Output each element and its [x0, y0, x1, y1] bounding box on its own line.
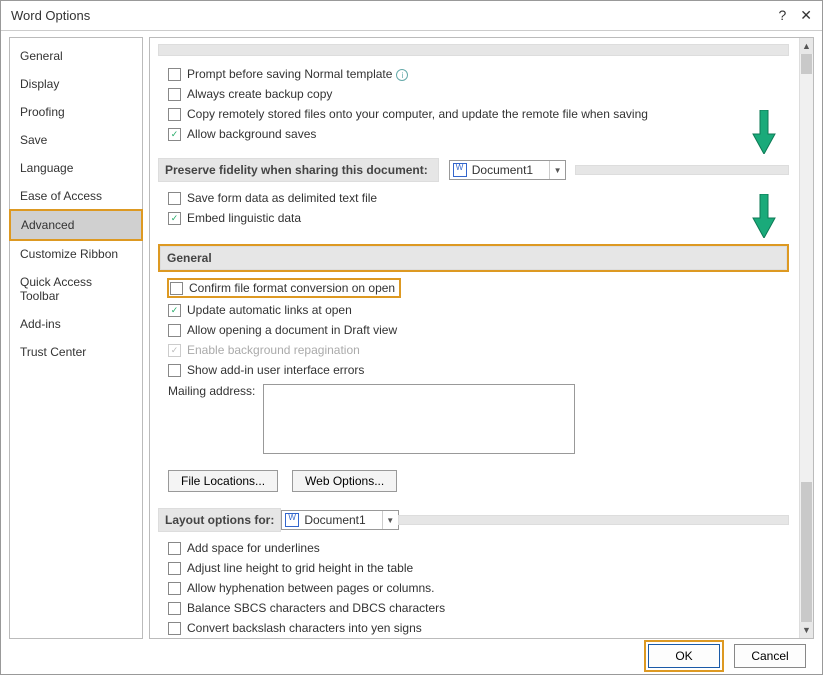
- label-addin-errors: Show add-in user interface errors: [187, 363, 364, 377]
- scroll-down-arrow[interactable]: ▼: [800, 622, 813, 638]
- label-hyphenation: Allow hyphenation between pages or colum…: [187, 581, 435, 595]
- close-icon[interactable]: ✕: [800, 7, 812, 24]
- label-sbcs-dbcs: Balance SBCS characters and DBCS charact…: [187, 601, 445, 615]
- checkbox-bg-repagination: [168, 344, 181, 357]
- word-doc-icon: [453, 163, 467, 177]
- sidebar-item-addins[interactable]: Add-ins: [10, 310, 142, 338]
- checkbox-hyphenation[interactable]: [168, 582, 181, 595]
- chevron-down-icon: ▼: [382, 511, 398, 529]
- label-mailing-address: Mailing address:: [168, 384, 255, 398]
- label-prompt-normal: Prompt before saving Normal templatei: [187, 67, 408, 81]
- sidebar-item-advanced[interactable]: Advanced: [10, 210, 142, 240]
- checkbox-yen[interactable]: [168, 622, 181, 635]
- sidebar-item-save[interactable]: Save: [10, 126, 142, 154]
- checkbox-bg-saves[interactable]: [168, 128, 181, 141]
- sidebar-item-display[interactable]: Display: [10, 70, 142, 98]
- label-update-links: Update automatic links at open: [187, 303, 352, 317]
- vertical-scrollbar[interactable]: ▲ ▼: [799, 38, 813, 638]
- section-header-fidelity: Preserve fidelity when sharing this docu…: [158, 158, 439, 182]
- sidebar-item-quick-access[interactable]: Quick Access Toolbar: [10, 268, 142, 310]
- sidebar-item-trust-center[interactable]: Trust Center: [10, 338, 142, 366]
- checkbox-underline-space[interactable]: [168, 542, 181, 555]
- word-doc-icon: [285, 513, 299, 527]
- section-header-general: General: [160, 246, 787, 270]
- partial-section-header: [158, 44, 789, 56]
- dialog-footer: OK Cancel: [1, 638, 822, 674]
- chevron-down-icon: ▼: [549, 161, 565, 179]
- checkbox-update-links[interactable]: [168, 304, 181, 317]
- label-line-height: Adjust line height to grid height in the…: [187, 561, 413, 575]
- label-backup: Always create backup copy: [187, 87, 332, 101]
- options-main-pane: Prompt before saving Normal templatei Al…: [149, 37, 814, 639]
- options-sidebar: General Display Proofing Save Language E…: [9, 37, 143, 639]
- checkbox-sbcs-dbcs[interactable]: [168, 602, 181, 615]
- file-locations-button[interactable]: File Locations...: [168, 470, 278, 492]
- help-icon[interactable]: ?: [778, 7, 786, 24]
- scroll-up-arrow[interactable]: ▲: [800, 38, 813, 54]
- sidebar-item-language[interactable]: Language: [10, 154, 142, 182]
- sidebar-item-general[interactable]: General: [10, 42, 142, 70]
- label-remote-copy: Copy remotely stored files onto your com…: [187, 107, 648, 121]
- label-confirm-conversion: Confirm file format conversion on open: [189, 281, 395, 295]
- section-header-layout: Layout options for:: [158, 508, 281, 532]
- fidelity-document-selector[interactable]: Document1 ▼: [449, 160, 566, 180]
- label-form-data: Save form data as delimited text file: [187, 191, 377, 205]
- dialog-title: Word Options: [11, 8, 778, 23]
- label-draft-view: Allow opening a document in Draft view: [187, 323, 397, 337]
- sidebar-item-customize-ribbon[interactable]: Customize Ribbon: [10, 240, 142, 268]
- ok-button-highlight: OK: [644, 640, 724, 672]
- web-options-button[interactable]: Web Options...: [292, 470, 397, 492]
- checkbox-backup[interactable]: [168, 88, 181, 101]
- sidebar-item-proofing[interactable]: Proofing: [10, 98, 142, 126]
- annotation-arrow-icon: [751, 194, 777, 241]
- titlebar: Word Options ? ✕: [1, 1, 822, 31]
- checkbox-embed-linguistic[interactable]: [168, 212, 181, 225]
- label-yen: Convert backslash characters into yen si…: [187, 621, 422, 635]
- checkbox-addin-errors[interactable]: [168, 364, 181, 377]
- confirm-conversion-highlight: Confirm file format conversion on open: [167, 278, 401, 298]
- scroll-thumb[interactable]: [801, 54, 812, 74]
- annotation-arrow-icon: [751, 110, 777, 157]
- mailing-address-textarea[interactable]: [263, 384, 575, 454]
- section-general-highlight: General: [158, 244, 789, 272]
- sidebar-item-ease-of-access[interactable]: Ease of Access: [10, 182, 142, 210]
- layout-doc-text: Document1: [302, 513, 381, 527]
- info-icon[interactable]: i: [396, 69, 408, 81]
- label-embed-linguistic: Embed linguistic data: [187, 211, 301, 225]
- checkbox-form-data[interactable]: [168, 192, 181, 205]
- layout-document-selector[interactable]: Document1 ▼: [281, 510, 398, 530]
- checkbox-confirm-conversion[interactable]: [170, 282, 183, 295]
- scroll-thumb-lower[interactable]: [801, 482, 812, 622]
- cancel-button[interactable]: Cancel: [734, 644, 806, 668]
- checkbox-prompt-normal[interactable]: [168, 68, 181, 81]
- ok-button[interactable]: OK: [648, 644, 720, 668]
- checkbox-draft-view[interactable]: [168, 324, 181, 337]
- label-bg-saves: Allow background saves: [187, 127, 316, 141]
- label-underline-space: Add space for underlines: [187, 541, 320, 555]
- checkbox-remote-copy[interactable]: [168, 108, 181, 121]
- fidelity-doc-text: Document1: [470, 163, 549, 177]
- label-bg-repagination: Enable background repagination: [187, 343, 360, 357]
- checkbox-line-height[interactable]: [168, 562, 181, 575]
